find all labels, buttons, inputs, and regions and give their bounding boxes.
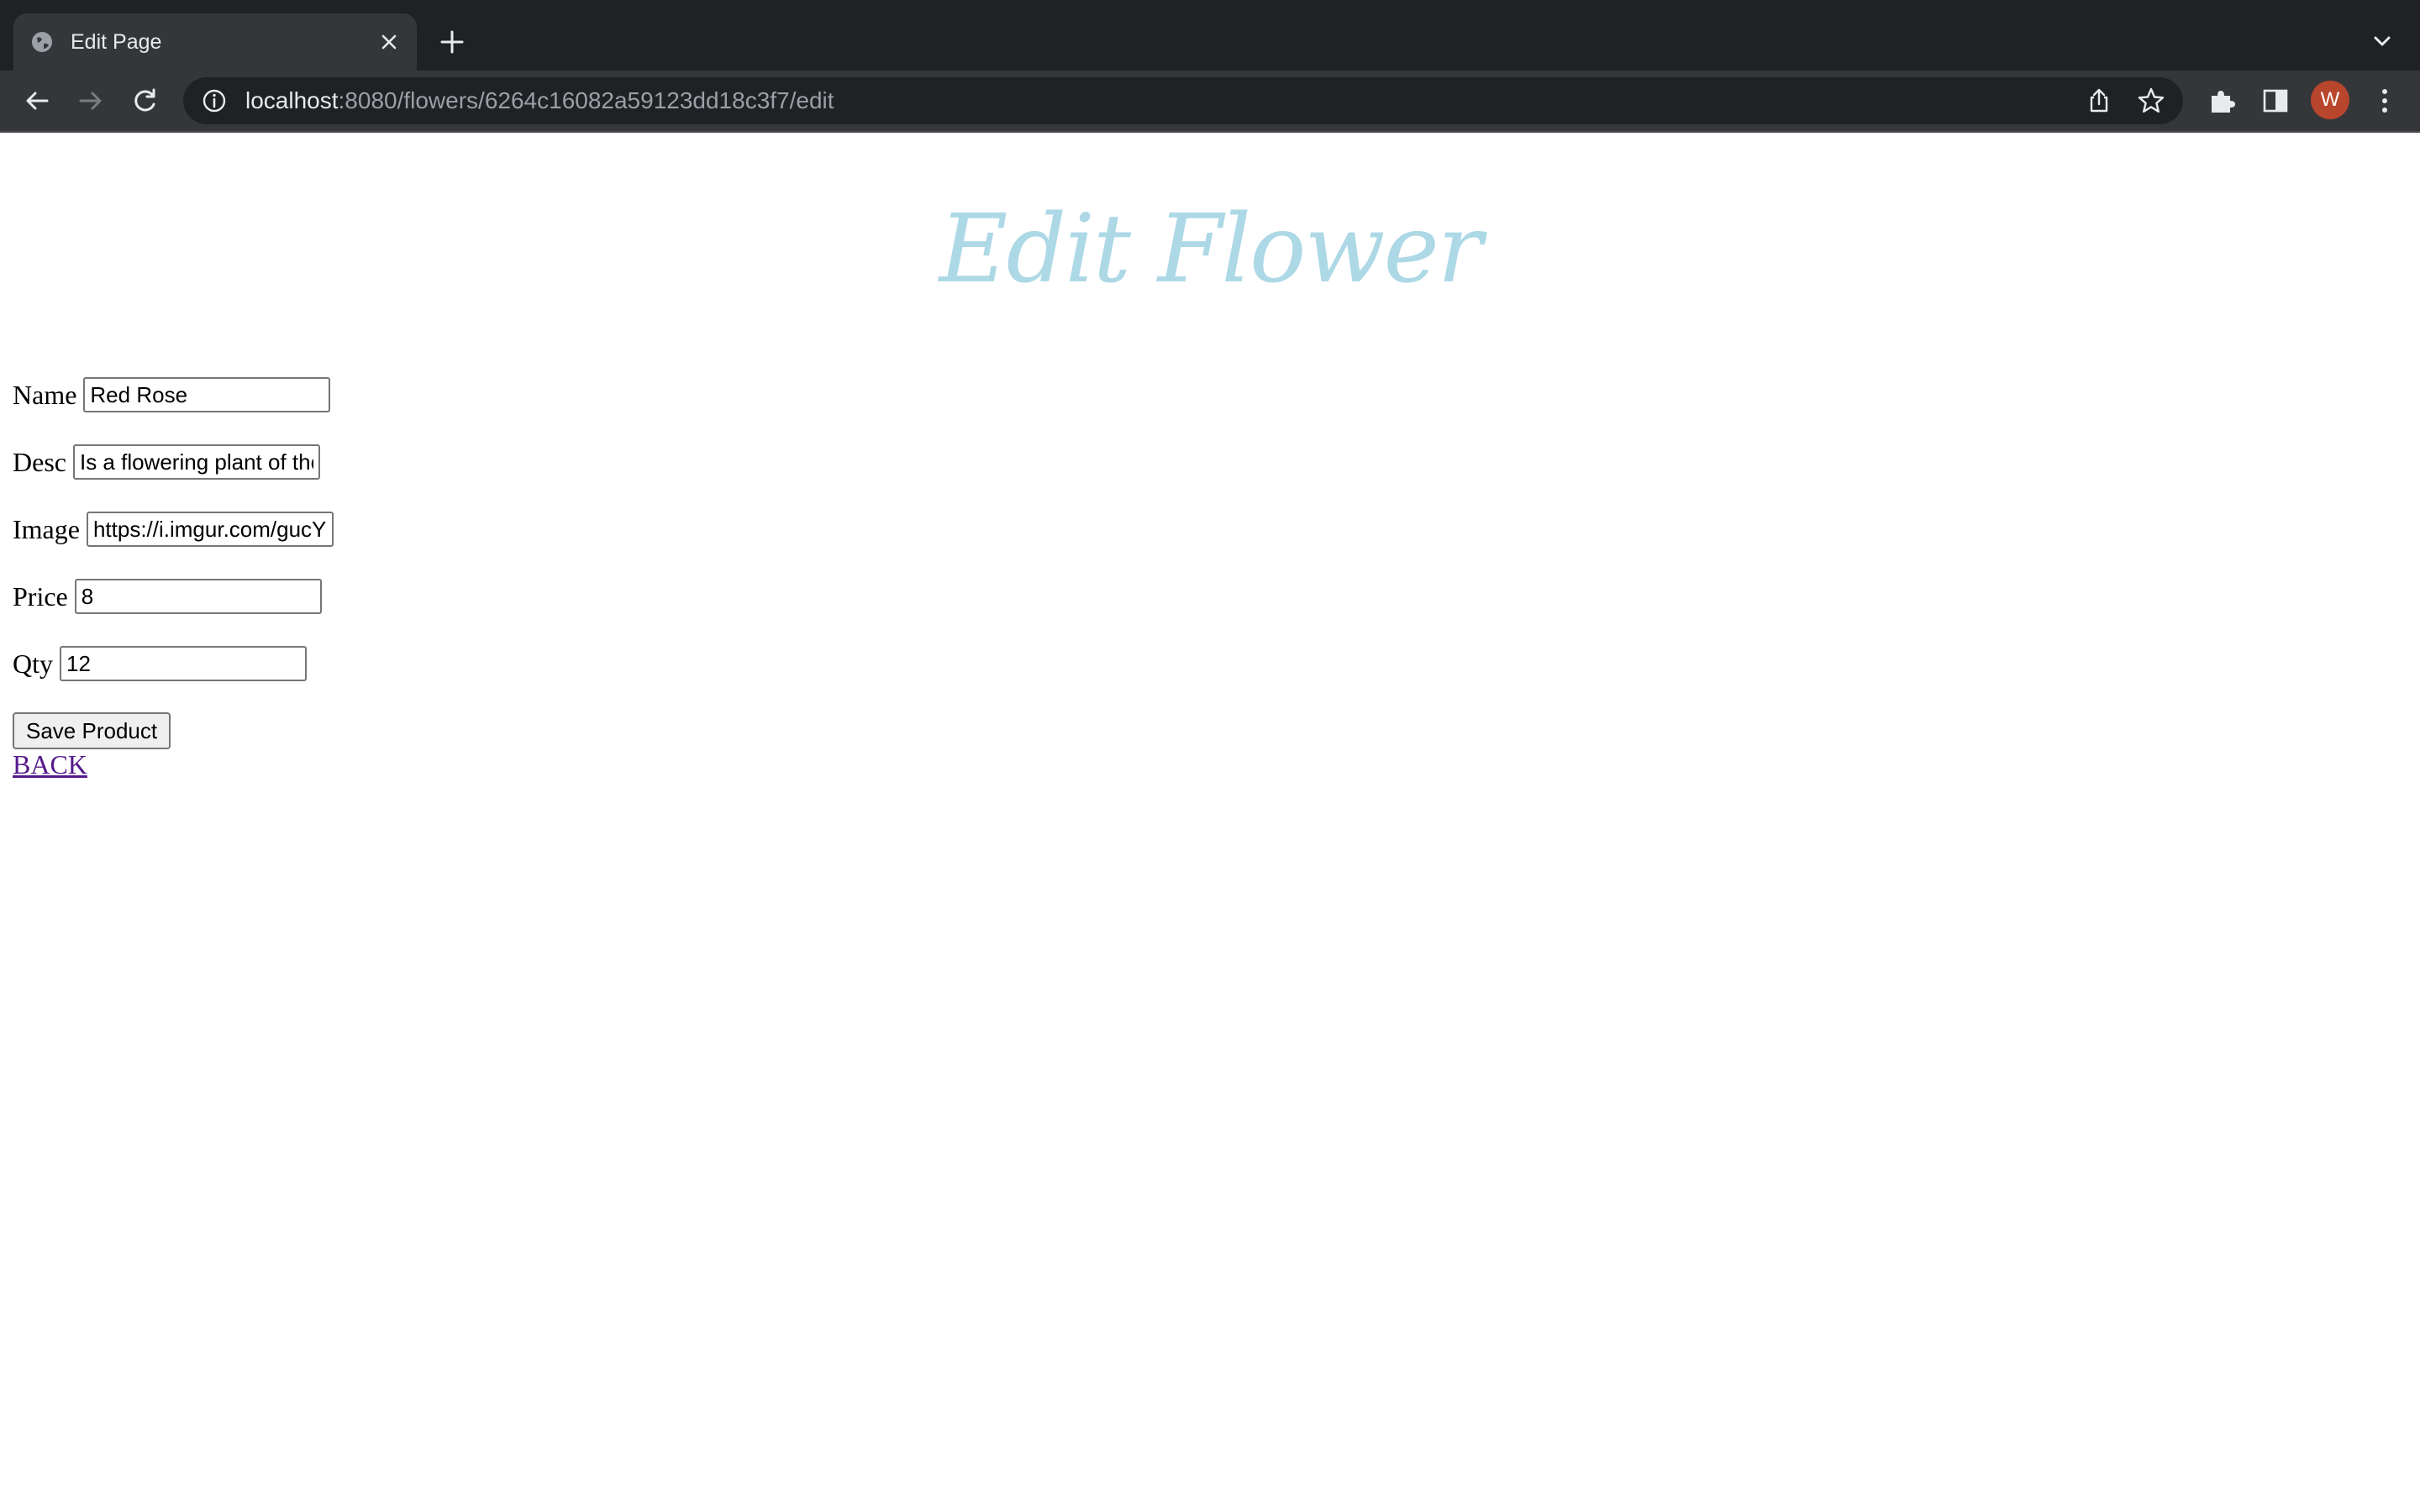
side-panel-icon[interactable] bbox=[2259, 84, 2292, 118]
kebab-menu-icon[interactable] bbox=[2370, 84, 2400, 118]
qty-input[interactable] bbox=[60, 646, 307, 681]
url-path: :8080/flowers/6264c16082a59123dd18c3f7/e… bbox=[338, 87, 834, 113]
price-label: Price bbox=[13, 580, 68, 612]
name-row: Name bbox=[13, 376, 331, 413]
image-row: Image bbox=[13, 511, 334, 548]
qty-row: Qty bbox=[13, 645, 307, 682]
back-link[interactable]: BACK bbox=[13, 749, 87, 780]
tab-strip: Edit Page bbox=[0, 0, 2420, 71]
reload-icon[interactable] bbox=[128, 84, 161, 118]
globe-icon bbox=[30, 30, 54, 54]
browser-toolbar: localhost:8080/flowers/6264c16082a59123d… bbox=[0, 71, 2420, 133]
forward-arrow-icon[interactable] bbox=[74, 84, 108, 118]
name-input[interactable] bbox=[83, 377, 331, 412]
address-bar[interactable]: localhost:8080/flowers/6264c16082a59123d… bbox=[183, 77, 2183, 124]
desc-label: Desc bbox=[13, 446, 66, 477]
star-icon[interactable] bbox=[2136, 86, 2166, 116]
price-row: Price bbox=[13, 578, 322, 615]
browser-tab[interactable]: Edit Page bbox=[13, 13, 417, 71]
price-input[interactable] bbox=[74, 579, 322, 614]
avatar[interactable]: W bbox=[2311, 81, 2349, 119]
page-title: Edit Flower bbox=[939, 195, 1483, 304]
browser-chrome: Edit Page localhost:8080/flowers/6264c1… bbox=[0, 0, 2420, 133]
share-icon[interactable] bbox=[2084, 86, 2114, 116]
desc-input[interactable] bbox=[72, 444, 320, 480]
image-input[interactable] bbox=[86, 512, 334, 547]
image-label: Image bbox=[13, 513, 80, 544]
puzzle-icon[interactable] bbox=[2205, 84, 2238, 118]
qty-label: Qty bbox=[13, 648, 53, 679]
close-icon[interactable] bbox=[378, 31, 400, 53]
save-product-button[interactable]: Save Product bbox=[13, 712, 171, 749]
info-icon[interactable] bbox=[200, 87, 229, 115]
url-host: localhost bbox=[245, 87, 339, 113]
chevron-down-icon[interactable] bbox=[2368, 27, 2396, 55]
page-content: Edit Flower Name Desc Image Price Qty Sa… bbox=[0, 133, 2420, 1512]
name-label: Name bbox=[13, 379, 77, 410]
tab-title: Edit Page bbox=[71, 29, 162, 54]
plus-icon[interactable] bbox=[435, 27, 469, 57]
back-arrow-icon[interactable] bbox=[20, 84, 54, 118]
desc-row: Desc bbox=[13, 444, 320, 480]
